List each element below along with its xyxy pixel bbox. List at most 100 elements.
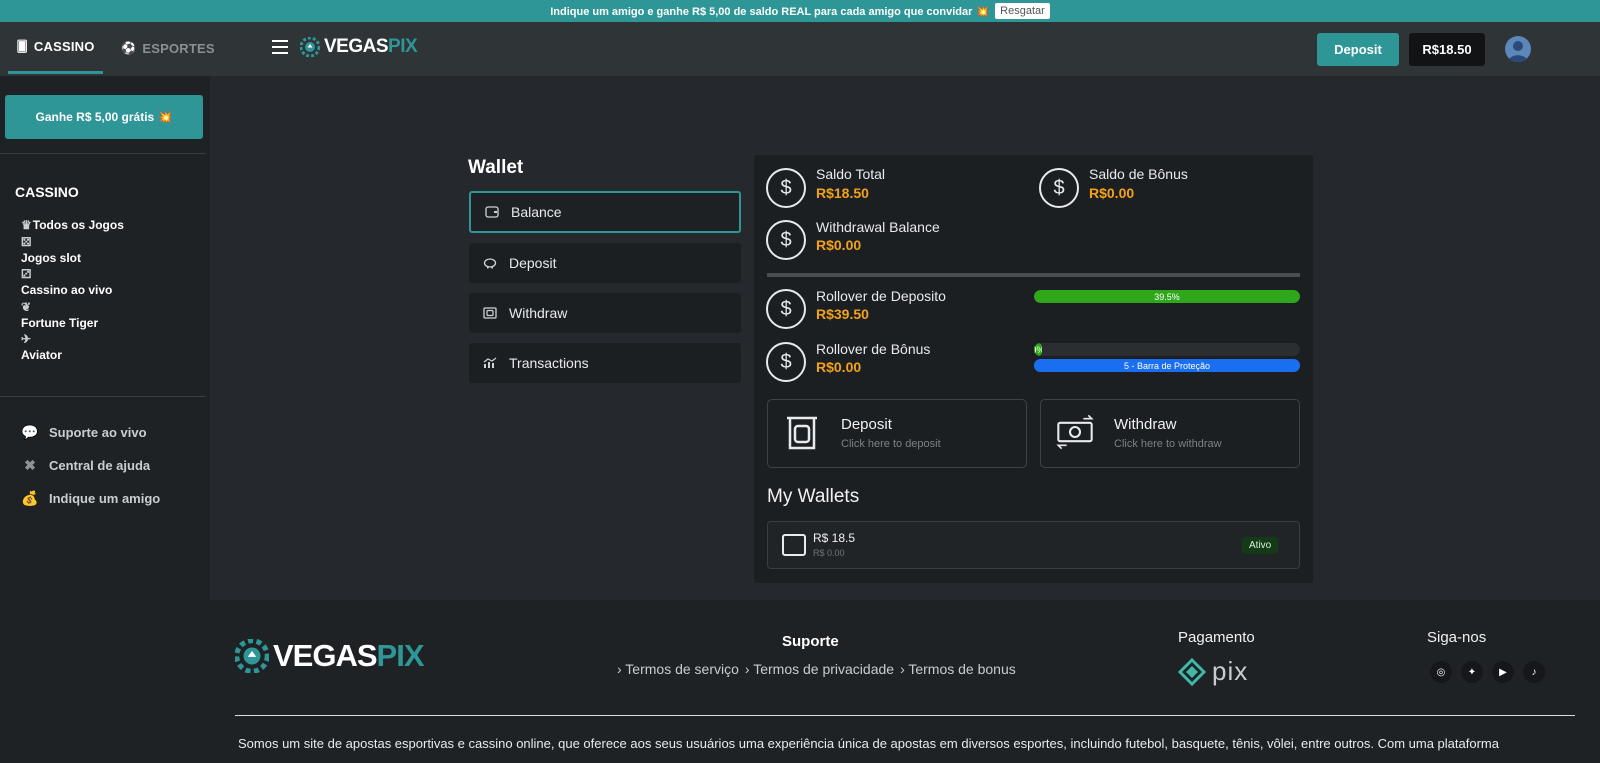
tab-esportes-label: ESPORTES: [142, 40, 215, 56]
wallet-icon: [782, 534, 806, 556]
rollover-deposito-value: R$39.50: [816, 306, 869, 322]
withdraw-card-subtitle: Click here to withdraw: [1114, 438, 1222, 450]
sidebar-link-label: Indique um amigo: [49, 491, 161, 506]
dice-icon: ⚄: [21, 234, 32, 249]
rollover-deposito-progress: 39.5%: [1034, 290, 1300, 303]
rollover-deposito-fill: 39.5%: [1034, 290, 1300, 303]
promo-text: Indique um amigo e ganhe R$ 5,00 de sald…: [550, 5, 990, 18]
twitter-icon[interactable]: ✦: [1461, 661, 1483, 683]
sidebar-item-cassino-ao-vivo[interactable]: ⚂ Cassino ao vivo: [21, 267, 201, 300]
wallet-nav-withdraw[interactable]: Withdraw: [469, 293, 741, 333]
withdrawal-balance-value: R$0.00: [816, 237, 862, 253]
footer-siga-title: Siga-nos: [1427, 629, 1487, 646]
chart-icon: [483, 357, 497, 368]
sidebar-item-aviator[interactable]: ✈ Aviator: [21, 332, 201, 365]
social-links: ◎ ✦ ▶ ♪: [1430, 661, 1545, 683]
sidebar-item-fortune-tiger[interactable]: ❦ Fortune Tiger: [21, 300, 201, 333]
sidebar-links: 💬 Suporte ao vivo ✖ Central de ajuda 💰 I…: [21, 416, 160, 515]
protection-bar: 5 - Barra de Proteção: [1034, 359, 1300, 372]
sidebar-item-label: Todos os Jogos: [32, 218, 124, 232]
saldo-total-value: R$18.50: [816, 185, 869, 201]
tab-esportes[interactable]: ⚽ ESPORTES: [118, 22, 218, 74]
pix-logo: pix: [1178, 656, 1248, 687]
free-bonus-label: Ganhe R$ 5,00 grátis 💥: [35, 110, 173, 124]
dollar-icon: $: [766, 289, 806, 329]
my-wallets-title: My Wallets: [767, 486, 860, 507]
lifebuoy-icon: ✖: [24, 457, 36, 473]
money-bag-icon: 💰: [21, 490, 39, 506]
tab-cassino[interactable]: 🂠 CASSINO: [8, 22, 103, 74]
rollover-bonus-label: Rollover de Bônus: [816, 341, 931, 357]
footer-link-termos-privacidade[interactable]: › Termos de privacidade: [745, 661, 894, 677]
avatar[interactable]: [1505, 36, 1531, 62]
footer-pagamento-title: Pagamento: [1178, 629, 1255, 646]
withdraw-card-title: Withdraw: [1114, 416, 1177, 433]
deposit-card[interactable]: Deposit Click here to deposit: [767, 399, 1027, 468]
footer-divider: [235, 715, 1575, 716]
wallet-amount: R$ 18.5: [813, 531, 856, 545]
sidebar-item-jogos-slot[interactable]: ⚄ Jogos slot: [21, 235, 201, 268]
instagram-icon[interactable]: ◎: [1430, 661, 1452, 683]
wallet-sub-amount: R$ 0.00: [813, 548, 845, 558]
header-deposit-button[interactable]: Deposit: [1317, 33, 1399, 66]
wallet-icon: [485, 206, 499, 218]
dollar-icon: $: [766, 220, 806, 260]
footer-link-termos-servico[interactable]: › Termos de serviço: [617, 661, 739, 677]
wallet-title: Wallet: [468, 157, 524, 178]
sidebar-item-label: Fortune Tiger: [21, 315, 99, 330]
user-icon: [1508, 41, 1528, 62]
saldo-bonus-value: R$0.00: [1089, 185, 1135, 201]
wallet-nav-balance[interactable]: Balance: [469, 191, 741, 233]
wallet-nav-label: Transactions: [509, 355, 589, 371]
footer-link-termos-bonus[interactable]: › Termos de bonus: [900, 661, 1016, 677]
chip-icon: [300, 37, 320, 57]
rollover-bonus-progress: 0%: [1034, 343, 1300, 356]
promo-banner: Indique um amigo e ganhe R$ 5,00 de sald…: [0, 0, 1600, 22]
sidebar-item-central-ajuda[interactable]: ✖ Central de ajuda: [21, 449, 160, 482]
wallet-nav-label: Deposit: [509, 255, 557, 271]
free-bonus-button[interactable]: Ganhe R$ 5,00 grátis 💥: [5, 95, 203, 139]
vegaspix-logo[interactable]: VEGAS PIX: [300, 36, 418, 58]
cash-exchange-icon: [1056, 414, 1094, 450]
panel-divider: [767, 273, 1300, 277]
dollar-icon: $: [766, 342, 806, 382]
footer-logo[interactable]: VEGAS PIX: [235, 638, 424, 674]
chat-icon: 💬: [21, 424, 39, 440]
pix-text: pix: [1212, 656, 1249, 686]
sidebar-item-label: Jogos slot: [21, 250, 82, 265]
wallet-nav-deposit[interactable]: Deposit: [469, 243, 741, 283]
wallet-panel: $ Saldo Total R$18.50 $ Saldo de Bônus R…: [754, 155, 1313, 583]
sidebar-item-suporte[interactable]: 💬 Suporte ao vivo: [21, 416, 160, 449]
crown-icon: ♛: [21, 218, 32, 232]
ball-icon: ⚽: [121, 41, 137, 55]
footer-suporte-title: Suporte: [782, 633, 839, 650]
chip-icon: [235, 639, 269, 673]
saldo-bonus-label: Saldo de Bônus: [1089, 166, 1188, 182]
wallet-nav-transactions[interactable]: Transactions: [469, 343, 741, 383]
menu-icon[interactable]: [272, 40, 288, 54]
wallet-row[interactable]: R$ 18.5 R$ 0.00 Ativo: [767, 521, 1300, 569]
wallet-nav-label: Withdraw: [509, 305, 568, 321]
tiktok-icon[interactable]: ♪: [1523, 661, 1545, 683]
sidebar-link-label: Central de ajuda: [49, 458, 151, 473]
withdraw-card[interactable]: Withdraw Click here to withdraw: [1040, 399, 1300, 468]
dice-icon: ⚂: [21, 267, 32, 281]
tab-cassino-label: CASSINO: [33, 39, 95, 54]
logo-text-pix: PIX: [388, 36, 418, 57]
footer-logo-pix: PIX: [376, 638, 425, 673]
resgatar-button[interactable]: Resgatar: [995, 3, 1050, 19]
logo-text-vegas: VEGAS: [324, 36, 389, 57]
sidebar-item-label: Cassino ao vivo: [21, 283, 113, 297]
sidebar-divider: [0, 153, 206, 154]
cash-icon: [483, 307, 497, 319]
footer: VEGAS PIX Suporte › Termos de serviço › T…: [210, 600, 1600, 763]
sidebar-item-todos-os-jogos[interactable]: ♛ Todos os Jogos: [21, 216, 201, 235]
sidebar-games: ♛ Todos os Jogos ⚄ Jogos slot ⚂ Cassino …: [21, 216, 201, 365]
header-balance[interactable]: R$18.50: [1409, 33, 1485, 66]
youtube-icon[interactable]: ▶: [1492, 661, 1514, 683]
card-icon: 🂠: [16, 41, 28, 53]
rollover-bonus-value: R$0.00: [816, 359, 862, 375]
footer-links: › Termos de serviço › Termos de privacid…: [617, 661, 1016, 677]
footer-about-text: Somos um site de apostas esportivas e ca…: [238, 736, 1499, 751]
sidebar-item-indique-amigo[interactable]: 💰 Indique um amigo: [21, 482, 160, 515]
